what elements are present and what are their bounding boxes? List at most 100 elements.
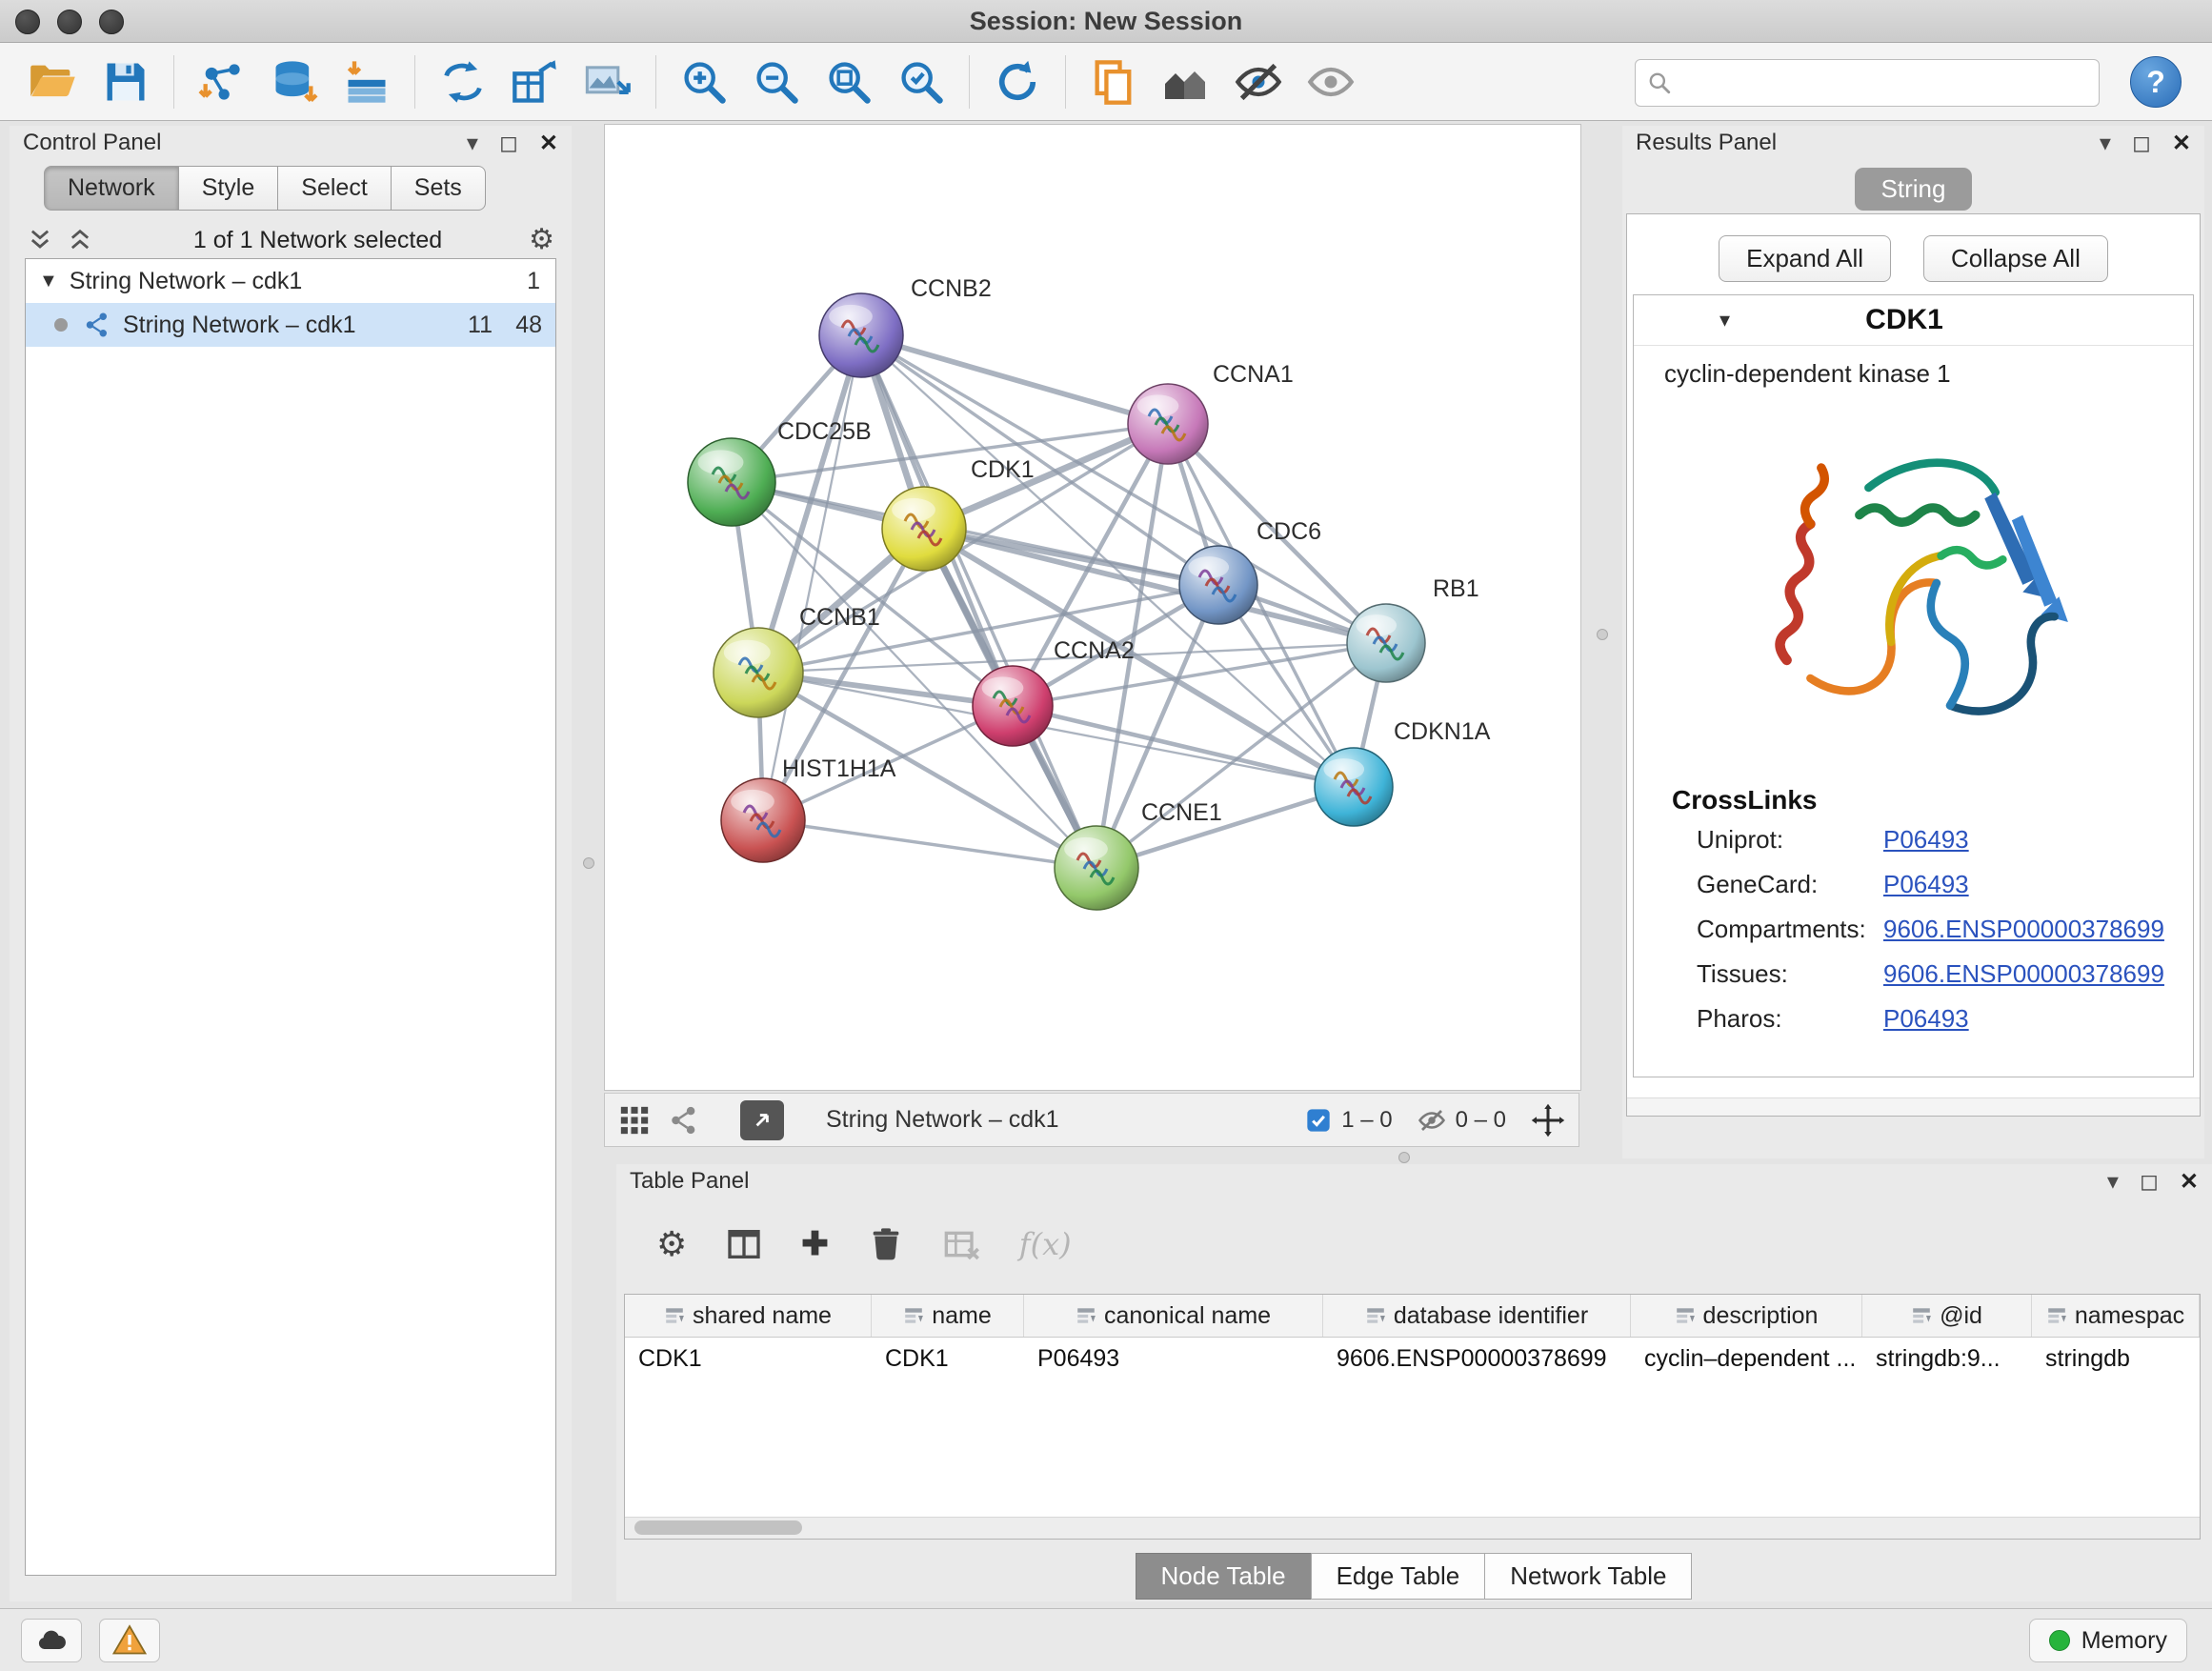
crosslink-genecard-link[interactable]: P06493 [1883, 870, 1969, 899]
network-row-selected[interactable]: String Network – cdk1 11 48 [26, 303, 555, 347]
tab-sets[interactable]: Sets [391, 166, 486, 211]
expand-all-button[interactable]: Expand All [1719, 235, 1891, 282]
share-network-icon[interactable] [668, 1104, 700, 1137]
network-node-hist1h1a[interactable] [721, 778, 805, 862]
network-edge[interactable] [861, 335, 1096, 868]
show-columns-icon[interactable] [725, 1225, 763, 1263]
network-node-ccne1[interactable] [1055, 826, 1138, 910]
panel-float-icon[interactable]: ◻ [2132, 130, 2151, 157]
results-scrollbar[interactable] [1627, 1097, 2200, 1116]
tab-network-table[interactable]: Network Table [1484, 1553, 1692, 1600]
birds-eye-view-icon[interactable] [618, 1104, 651, 1137]
scrollbar-thumb[interactable] [634, 1520, 802, 1535]
clone-network-button[interactable] [499, 50, 572, 114]
network-canvas[interactable]: CCNB2CCNA1CDC25BCDK1CDC6RB1CCNB1CCNA2CDK… [604, 124, 1581, 1091]
search-input[interactable] [1681, 62, 2085, 102]
cloud-button[interactable] [21, 1619, 82, 1662]
cell-database-identifier[interactable]: 9606.ENSP00000378699 [1323, 1338, 1631, 1379]
vertical-splitter-handle[interactable] [583, 857, 594, 869]
network-node-cdk1[interactable] [882, 487, 966, 571]
panel-menu-icon[interactable]: ▾ [467, 130, 478, 157]
selected-checkbox-icon[interactable] [1305, 1107, 1332, 1134]
column-header[interactable]: canonical name [1024, 1295, 1323, 1337]
show-all-button[interactable] [1295, 50, 1367, 114]
hidden-eye-slash-icon[interactable] [1418, 1106, 1446, 1135]
column-header[interactable]: description [1631, 1295, 1862, 1337]
table-horizontal-scrollbar[interactable] [625, 1517, 2200, 1539]
panel-close-icon[interactable]: ✕ [2172, 130, 2191, 157]
crosslink-uniprot-link[interactable]: P06493 [1883, 825, 1969, 855]
column-header[interactable]: namespac [2032, 1295, 2200, 1337]
help-button[interactable]: ? [2130, 56, 2182, 108]
column-header[interactable]: name [872, 1295, 1024, 1337]
panel-close-icon[interactable]: ✕ [539, 130, 558, 157]
network-node-rb1[interactable] [1347, 604, 1425, 682]
tab-style[interactable]: Style [178, 166, 279, 211]
zoom-in-button[interactable] [668, 50, 740, 114]
tab-select[interactable]: Select [277, 166, 391, 211]
panel-float-icon[interactable]: ◻ [499, 130, 518, 157]
gene-card-header[interactable]: ▾ CDK1 [1634, 295, 2193, 346]
crosslink-tissues-link[interactable]: 9606.ENSP00000378699 [1883, 959, 2164, 989]
zoom-out-button[interactable] [740, 50, 813, 114]
fit-content-crosshair-icon[interactable] [1531, 1103, 1565, 1137]
warnings-button[interactable] [99, 1619, 160, 1662]
crosslink-compartments-link[interactable]: 9606.ENSP00000378699 [1883, 915, 2164, 944]
network-node-ccnb2[interactable] [819, 293, 903, 377]
table-settings-gear-icon[interactable]: ⚙ [656, 1224, 687, 1264]
cell-id[interactable]: stringdb:9... [1862, 1338, 2032, 1379]
network-edge[interactable] [763, 335, 861, 820]
network-node-ccna2[interactable] [973, 666, 1053, 746]
zoom-selected-button[interactable] [885, 50, 957, 114]
export-image-button[interactable] [572, 50, 644, 114]
copy-view-button[interactable] [1077, 50, 1150, 114]
zoom-fit-button[interactable] [813, 50, 885, 114]
cell-namespace[interactable]: stringdb [2032, 1338, 2200, 1379]
new-network-button[interactable] [427, 50, 499, 114]
horizontal-splitter-handle[interactable] [1398, 1152, 1410, 1163]
panel-float-icon[interactable]: ◻ [2140, 1168, 2159, 1196]
collapse-tree-icon[interactable] [67, 227, 93, 253]
expand-tree-icon[interactable] [27, 227, 53, 253]
tree-collapse-icon[interactable]: ▼ [39, 271, 58, 292]
open-in-window-button[interactable] [740, 1100, 784, 1140]
tab-string[interactable]: String [1855, 168, 1973, 211]
network-node-cdc6[interactable] [1179, 546, 1257, 624]
column-header[interactable]: database identifier [1323, 1295, 1631, 1337]
hide-selected-button[interactable] [1222, 50, 1295, 114]
refresh-network-button[interactable] [981, 50, 1054, 114]
column-header[interactable]: shared name [625, 1295, 872, 1337]
import-network-file-button[interactable] [186, 50, 258, 114]
network-edge[interactable] [763, 820, 1096, 868]
import-table-button[interactable] [331, 50, 403, 114]
tab-node-table[interactable]: Node Table [1136, 1553, 1312, 1600]
memory-button[interactable]: Memory [2029, 1619, 2187, 1662]
collapse-all-button[interactable]: Collapse All [1923, 235, 2108, 282]
network-node-ccnb1[interactable] [714, 628, 803, 717]
network-node-cdc25b[interactable] [688, 438, 775, 526]
tab-edge-table[interactable]: Edge Table [1311, 1553, 1486, 1600]
network-edge[interactable] [1013, 706, 1354, 787]
panel-menu-icon[interactable]: ▾ [2107, 1168, 2119, 1196]
gene-collapse-icon[interactable]: ▾ [1719, 308, 1730, 332]
panel-menu-icon[interactable]: ▾ [2100, 130, 2111, 157]
cell-canonical-name[interactable]: P06493 [1024, 1338, 1323, 1379]
network-options-gear-icon[interactable]: ⚙ [529, 226, 554, 254]
table-row[interactable]: CDK1 CDK1 P06493 9606.ENSP00000378699 cy… [625, 1338, 2200, 1379]
add-column-icon[interactable]: ✚ [801, 1225, 829, 1263]
column-header[interactable]: @id [1862, 1295, 2032, 1337]
network-node-cdkn1a[interactable] [1315, 748, 1393, 826]
cell-description[interactable]: cyclin–dependent ... [1631, 1338, 1862, 1379]
import-network-database-button[interactable] [258, 50, 331, 114]
open-session-button[interactable] [17, 50, 90, 114]
delete-column-trash-icon[interactable] [867, 1225, 905, 1263]
save-session-button[interactable] [90, 50, 162, 114]
crosslink-pharos-link[interactable]: P06493 [1883, 1004, 1969, 1034]
network-node-ccna1[interactable] [1128, 384, 1208, 464]
network-edge[interactable] [861, 335, 1168, 424]
network-collection-row[interactable]: ▼ String Network – cdk1 1 [26, 259, 555, 303]
home-button[interactable] [1150, 50, 1222, 114]
vertical-splitter-handle[interactable] [1597, 629, 1608, 640]
cell-shared-name[interactable]: CDK1 [625, 1338, 872, 1379]
tab-network[interactable]: Network [44, 166, 179, 211]
